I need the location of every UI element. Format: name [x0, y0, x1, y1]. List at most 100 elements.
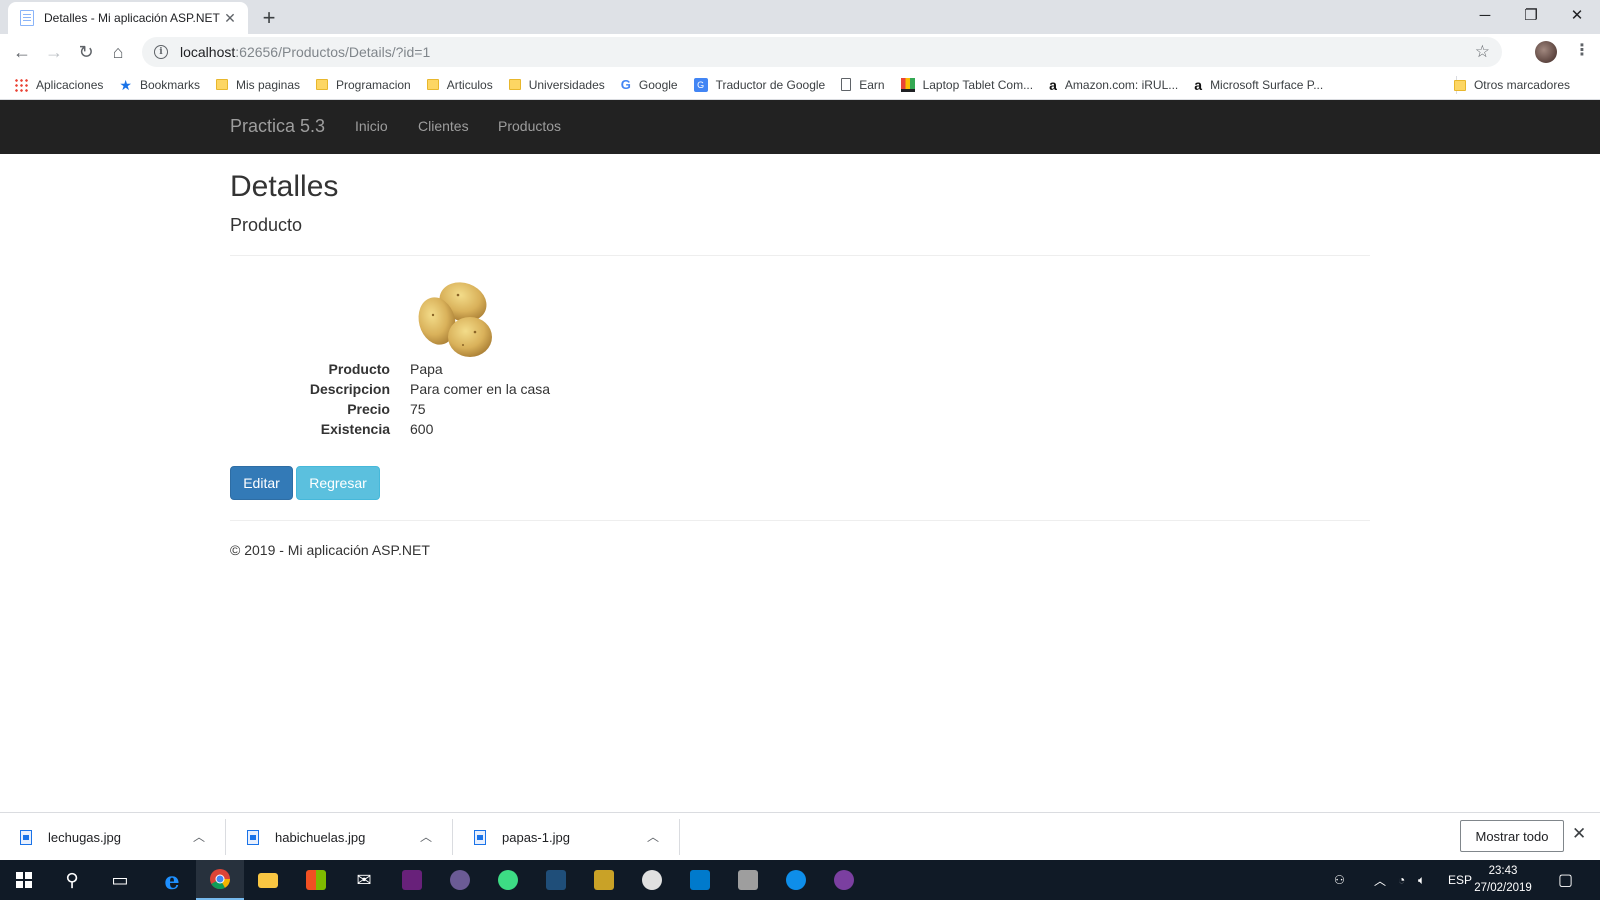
close-tab-icon[interactable]: ✕	[222, 10, 238, 27]
image-file-icon	[474, 829, 486, 845]
detail-label: Producto	[328, 361, 390, 377]
detail-value: 600	[410, 421, 434, 437]
nav-link-productos[interactable]: Productos	[498, 118, 561, 134]
bookmark-item[interactable]: G Traductor de Google	[693, 77, 825, 92]
detail-label: Precio	[347, 401, 390, 417]
detail-row-producto: Producto Papa	[230, 359, 930, 379]
address-bar[interactable]: i localhost:62656/Productos/Details/?id=…	[142, 37, 1502, 67]
chevron-up-icon[interactable]: ︿	[647, 828, 659, 845]
new-tab-button[interactable]: +	[256, 5, 282, 31]
download-item[interactable]: habichuelas.jpg ︿	[227, 819, 453, 855]
close-icon[interactable]: ✕	[1572, 824, 1586, 844]
app-icon[interactable]	[532, 860, 580, 900]
restore-icon[interactable]: ❐	[1508, 0, 1554, 30]
download-shelf: lechugas.jpg ︿ habichuelas.jpg ︿ papas-1…	[0, 812, 1600, 860]
product-image	[418, 282, 492, 357]
apps-grid-icon	[14, 77, 28, 92]
bookmark-folder[interactable]: Articulos	[426, 78, 493, 92]
volume-icon[interactable]: 🔈︎	[1418, 860, 1425, 900]
bookmark-item[interactable]: a Microsoft Surface P...	[1194, 78, 1323, 92]
wifi-icon[interactable]: ◔	[1398, 860, 1405, 900]
bookmark-item[interactable]: ★ Bookmarks	[119, 78, 200, 92]
site-info-icon[interactable]: i	[154, 45, 168, 59]
visual-studio-icon[interactable]	[388, 860, 436, 900]
app-brand-link[interactable]: Practica 5.3	[230, 116, 325, 137]
divider	[230, 520, 1370, 521]
page-footer: © 2019 - Mi aplicación ASP.NET	[230, 542, 430, 558]
chevron-up-icon[interactable]: ︿	[1374, 860, 1386, 900]
clock-date: 27/02/2019	[1474, 882, 1532, 894]
image-file-icon	[20, 829, 32, 845]
detail-row-descripcion: Descripcion Para comer en la casa	[230, 379, 930, 399]
windows-start-icon[interactable]	[0, 860, 48, 900]
web-page: Practica 5.3 Inicio Clientes Productos D…	[0, 100, 1600, 812]
android-studio-icon[interactable]	[484, 860, 532, 900]
nav-link-inicio[interactable]: Inicio	[355, 118, 388, 134]
file-explorer-icon[interactable]	[244, 860, 292, 900]
reload-icon[interactable]: ↻	[70, 36, 102, 68]
edge-icon[interactable]: e	[148, 860, 196, 900]
calculator-icon[interactable]	[724, 860, 772, 900]
download-item[interactable]: papas-1.jpg ︿	[454, 819, 680, 855]
nav-link-clientes[interactable]: Clientes	[418, 118, 469, 134]
google-icon: G	[620, 77, 631, 92]
notifications-icon[interactable]: ▢	[1558, 860, 1573, 900]
other-bookmarks-folder[interactable]: Otros marcadores	[1453, 78, 1570, 92]
bookmark-item[interactable]: a Amazon.com: iRUL...	[1049, 78, 1178, 92]
page-icon	[841, 78, 852, 91]
vscode-icon[interactable]	[676, 860, 724, 900]
folder-icon	[316, 79, 328, 90]
close-window-icon[interactable]: ✕	[1554, 0, 1600, 30]
chevron-up-icon[interactable]: ︿	[420, 828, 432, 845]
show-all-downloads-button[interactable]: Mostrar todo	[1460, 820, 1564, 852]
bookmark-folder[interactable]: Mis paginas	[215, 78, 300, 92]
download-item[interactable]: lechugas.jpg ︿	[0, 819, 226, 855]
forward-arrow-icon[interactable]: →	[38, 36, 70, 68]
url-path: :62656/Productos/Details/?id=1	[235, 44, 431, 60]
search-icon[interactable]: ⚲	[48, 860, 96, 900]
bookmark-star-icon[interactable]: ☆	[1475, 42, 1490, 62]
bookmarks-bar: Aplicaciones ★ Bookmarks Mis paginas Prog…	[0, 70, 1600, 100]
bookmark-folder[interactable]: Universidades	[508, 78, 605, 92]
detail-row-existencia: Existencia 600	[230, 419, 930, 439]
download-filename: habichuelas.jpg	[275, 829, 366, 845]
detail-row-precio: Precio 75	[230, 399, 930, 419]
page-subtitle: Producto	[230, 215, 303, 235]
app-navbar: Practica 5.3 Inicio Clientes Productos	[0, 100, 1600, 154]
detail-value: 75	[410, 401, 426, 417]
app-icon[interactable]	[820, 860, 868, 900]
app-icon[interactable]	[436, 860, 484, 900]
clock[interactable]: 23:43 27/02/2019	[1468, 863, 1538, 897]
tools-icon[interactable]	[580, 860, 628, 900]
detail-value: Papa	[410, 361, 443, 377]
task-view-icon[interactable]: ▭	[96, 860, 144, 900]
store-icon[interactable]	[292, 860, 340, 900]
browser-tab-active[interactable]: Detalles - Mi aplicación ASP.NET ✕	[8, 2, 248, 34]
download-filename: lechugas.jpg	[48, 829, 121, 845]
chevron-up-icon[interactable]: ︿	[193, 828, 205, 845]
star-icon: ★	[119, 76, 132, 93]
chrome-icon[interactable]	[196, 860, 244, 900]
detail-label: Existencia	[320, 421, 390, 437]
paint-icon[interactable]	[628, 860, 676, 900]
teamviewer-icon[interactable]	[772, 860, 820, 900]
translate-icon: G	[693, 77, 708, 92]
mail-icon[interactable]: ✉	[340, 860, 388, 900]
bookmark-folder[interactable]: Programacion	[316, 78, 411, 92]
back-arrow-icon[interactable]: ←	[6, 36, 38, 68]
edit-button[interactable]: Editar	[230, 466, 293, 500]
bookmark-item[interactable]: G Google	[621, 78, 678, 92]
url-host: localhost	[180, 44, 236, 60]
profile-avatar[interactable]	[1535, 41, 1557, 63]
folder-icon	[215, 79, 228, 90]
back-button[interactable]: Regresar	[296, 466, 380, 500]
minimize-icon[interactable]: ─	[1462, 0, 1508, 30]
home-icon[interactable]: ⌂	[102, 36, 134, 68]
bookmark-item[interactable]: Earn	[841, 78, 885, 92]
bookmark-item[interactable]: Laptop Tablet Com...	[900, 77, 1033, 92]
folder-icon	[508, 79, 521, 90]
download-filename: papas-1.jpg	[502, 829, 570, 845]
bookmark-item[interactable]: Aplicaciones	[14, 77, 103, 92]
browser-menu-icon[interactable]: ⋮	[1574, 40, 1590, 60]
people-icon[interactable]: ⚇	[1334, 860, 1345, 900]
